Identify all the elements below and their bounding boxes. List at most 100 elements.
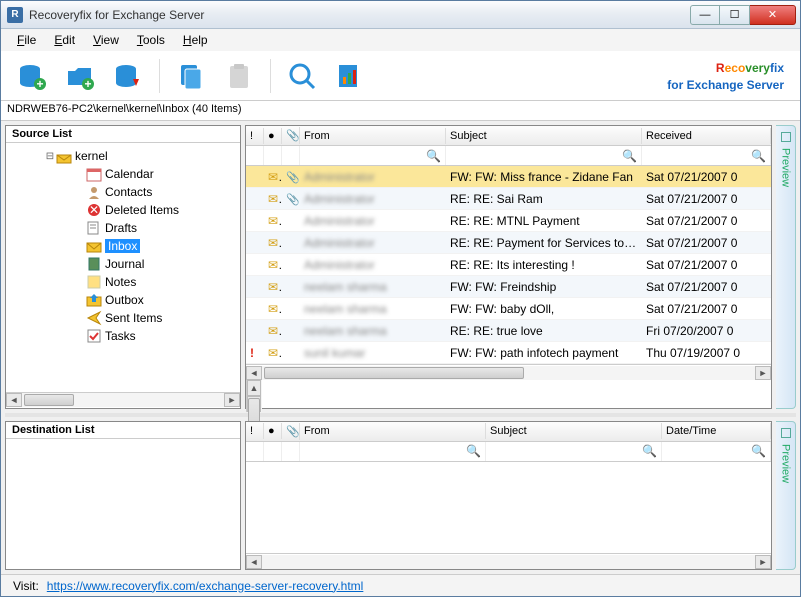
folder-icon xyxy=(86,184,102,200)
envelope-icon: ✉ xyxy=(268,170,282,184)
horizontal-splitter[interactable] xyxy=(5,413,796,417)
destination-tree[interactable] xyxy=(6,439,240,569)
paste-button[interactable] xyxy=(222,59,256,93)
tree-item-calendar[interactable]: Calendar xyxy=(72,165,238,183)
scroll-track[interactable] xyxy=(262,555,755,569)
collapse-icon[interactable]: ⊟ xyxy=(44,151,56,162)
attachment-icon: 📎 xyxy=(286,170,300,184)
tree-item-notes[interactable]: Notes xyxy=(72,273,238,291)
message-scrollbar-h[interactable]: ◄ ► xyxy=(246,364,771,380)
menu-edit[interactable]: Edit xyxy=(46,31,83,49)
scroll-thumb[interactable] xyxy=(264,367,524,379)
envelope-icon: ✉ xyxy=(268,302,282,316)
envelope-icon: ✉ xyxy=(268,236,282,250)
message-row[interactable]: ✉AdministratorRE: RE: MTNL PaymentSat 07… xyxy=(246,210,771,232)
folder-icon xyxy=(86,220,102,236)
visit-link[interactable]: https://www.recoveryfix.com/exchange-ser… xyxy=(47,579,364,593)
menu-view[interactable]: View xyxy=(85,31,127,49)
col-subject[interactable]: Subject xyxy=(446,128,642,144)
minimize-button[interactable]: — xyxy=(690,5,720,25)
folder-icon xyxy=(86,238,102,254)
scroll-left-button[interactable]: ◄ xyxy=(6,393,22,407)
col-importance[interactable]: ! xyxy=(246,128,264,144)
col-datetime[interactable]: Date/Time xyxy=(662,423,771,439)
message-grid-body[interactable]: ✉📎AdministratorFW: FW: Miss france - Zid… xyxy=(246,166,771,364)
message-received: Sat 07/21/2007 0 xyxy=(642,256,771,274)
save-db-button[interactable] xyxy=(111,59,145,93)
message-from: Administrator xyxy=(304,214,375,228)
scroll-right-button[interactable]: ► xyxy=(755,555,771,569)
tree-item-deleted-items[interactable]: ✕Deleted Items xyxy=(72,201,238,219)
menu-file[interactable]: File xyxy=(9,31,44,49)
filter-from-icon[interactable]: 🔍 xyxy=(426,149,441,163)
scroll-left-button[interactable]: ◄ xyxy=(246,555,262,569)
scroll-thumb[interactable] xyxy=(24,394,74,406)
envelope-icon: ✉ xyxy=(268,280,282,294)
col-attachment[interactable]: 📎 xyxy=(282,423,300,440)
dest-scrollbar-h[interactable]: ◄ ► xyxy=(246,553,771,569)
source-scrollbar-h[interactable]: ◄ ► xyxy=(6,392,240,408)
scroll-right-button[interactable]: ► xyxy=(224,393,240,407)
copy-button[interactable] xyxy=(174,59,208,93)
open-db-button[interactable]: + xyxy=(15,59,49,93)
message-row[interactable]: ✉neelam sharmaFW: FW: FreindshipSat 07/2… xyxy=(246,276,771,298)
scroll-left-button[interactable]: ◄ xyxy=(246,366,262,380)
col-from[interactable]: From xyxy=(300,423,486,439)
statusbar: Visit: https://www.recoveryfix.com/excha… xyxy=(1,574,800,596)
message-row[interactable]: !✉sunil kumarFW: FW: path infotech payme… xyxy=(246,342,771,364)
app-window: R Recoveryfix for Exchange Server — ☐ ✕ … xyxy=(0,0,801,597)
close-button[interactable]: ✕ xyxy=(750,5,796,25)
folder-tree[interactable]: ⊟ kernel CalendarContacts✕Deleted ItemsD… xyxy=(6,143,240,392)
filter-from-icon[interactable]: 🔍 xyxy=(466,444,481,458)
message-row[interactable]: ✉AdministratorRE: RE: Its interesting !S… xyxy=(246,254,771,276)
preview-tab-top[interactable]: Preview xyxy=(776,125,796,409)
open-folder-button[interactable]: + xyxy=(63,59,97,93)
tree-item-contacts[interactable]: Contacts xyxy=(72,183,238,201)
message-received: Fri 07/20/2007 0 xyxy=(642,322,771,340)
col-from[interactable]: From xyxy=(300,128,446,144)
message-row[interactable]: ✉📎AdministratorRE: RE: Sai RamSat 07/21/… xyxy=(246,188,771,210)
tree-root-kernel[interactable]: ⊟ kernel xyxy=(42,147,238,165)
scroll-up-button[interactable]: ▲ xyxy=(247,380,261,396)
scroll-track[interactable] xyxy=(262,366,755,380)
preview-tab-bottom[interactable]: Preview xyxy=(776,421,796,570)
envelope-icon: ✉ xyxy=(268,324,282,338)
report-button[interactable] xyxy=(333,59,367,93)
menu-help[interactable]: Help xyxy=(175,31,216,49)
message-from: Administrator xyxy=(304,192,375,206)
dest-grid-body[interactable] xyxy=(246,462,771,553)
maximize-button[interactable]: ☐ xyxy=(720,5,750,25)
scroll-track[interactable] xyxy=(22,393,224,407)
tree-item-inbox[interactable]: Inbox xyxy=(72,237,238,255)
tree-item-journal[interactable]: Journal xyxy=(72,255,238,273)
col-read[interactable]: ● xyxy=(264,128,282,144)
search-button[interactable] xyxy=(285,59,319,93)
svg-text:+: + xyxy=(36,77,43,91)
scroll-right-button[interactable]: ► xyxy=(755,366,771,380)
pathbar: NDRWEB76-PC2\kernel\kernel\Inbox (40 Ite… xyxy=(1,101,800,121)
filter-received-icon[interactable]: 🔍 xyxy=(751,149,766,163)
filter-subject-icon[interactable]: 🔍 xyxy=(622,149,637,163)
message-row[interactable]: ✉📎AdministratorFW: FW: Miss france - Zid… xyxy=(246,166,771,188)
tree-item-drafts[interactable]: Drafts xyxy=(72,219,238,237)
source-list-title: Source List xyxy=(6,126,240,143)
message-scrollbar-v[interactable]: ▲ ▼ xyxy=(246,380,262,412)
col-attachment[interactable]: 📎 xyxy=(282,127,300,144)
message-subject: FW: FW: Freindship xyxy=(446,278,642,296)
svg-text:+: + xyxy=(84,77,91,91)
menu-tools[interactable]: Tools xyxy=(129,31,173,49)
col-received[interactable]: Received xyxy=(642,128,771,144)
col-subject[interactable]: Subject xyxy=(486,423,662,439)
tree-item-tasks[interactable]: Tasks xyxy=(72,327,238,345)
message-row[interactable]: ✉AdministratorRE: RE: Payment for Servic… xyxy=(246,232,771,254)
toolbar-separator xyxy=(270,59,271,93)
filter-datetime-icon[interactable]: 🔍 xyxy=(751,444,766,458)
col-read[interactable]: ● xyxy=(264,423,282,439)
tree-item-sent-items[interactable]: Sent Items xyxy=(72,309,238,327)
message-row[interactable]: ✉neelam sharmaRE: RE: true loveFri 07/20… xyxy=(246,320,771,342)
col-importance[interactable]: ! xyxy=(246,423,264,439)
preview-icon xyxy=(781,428,791,438)
filter-subject-icon[interactable]: 🔍 xyxy=(642,444,657,458)
message-row[interactable]: ✉neelam sharmaFW: FW: baby dOll,Sat 07/2… xyxy=(246,298,771,320)
tree-item-outbox[interactable]: Outbox xyxy=(72,291,238,309)
